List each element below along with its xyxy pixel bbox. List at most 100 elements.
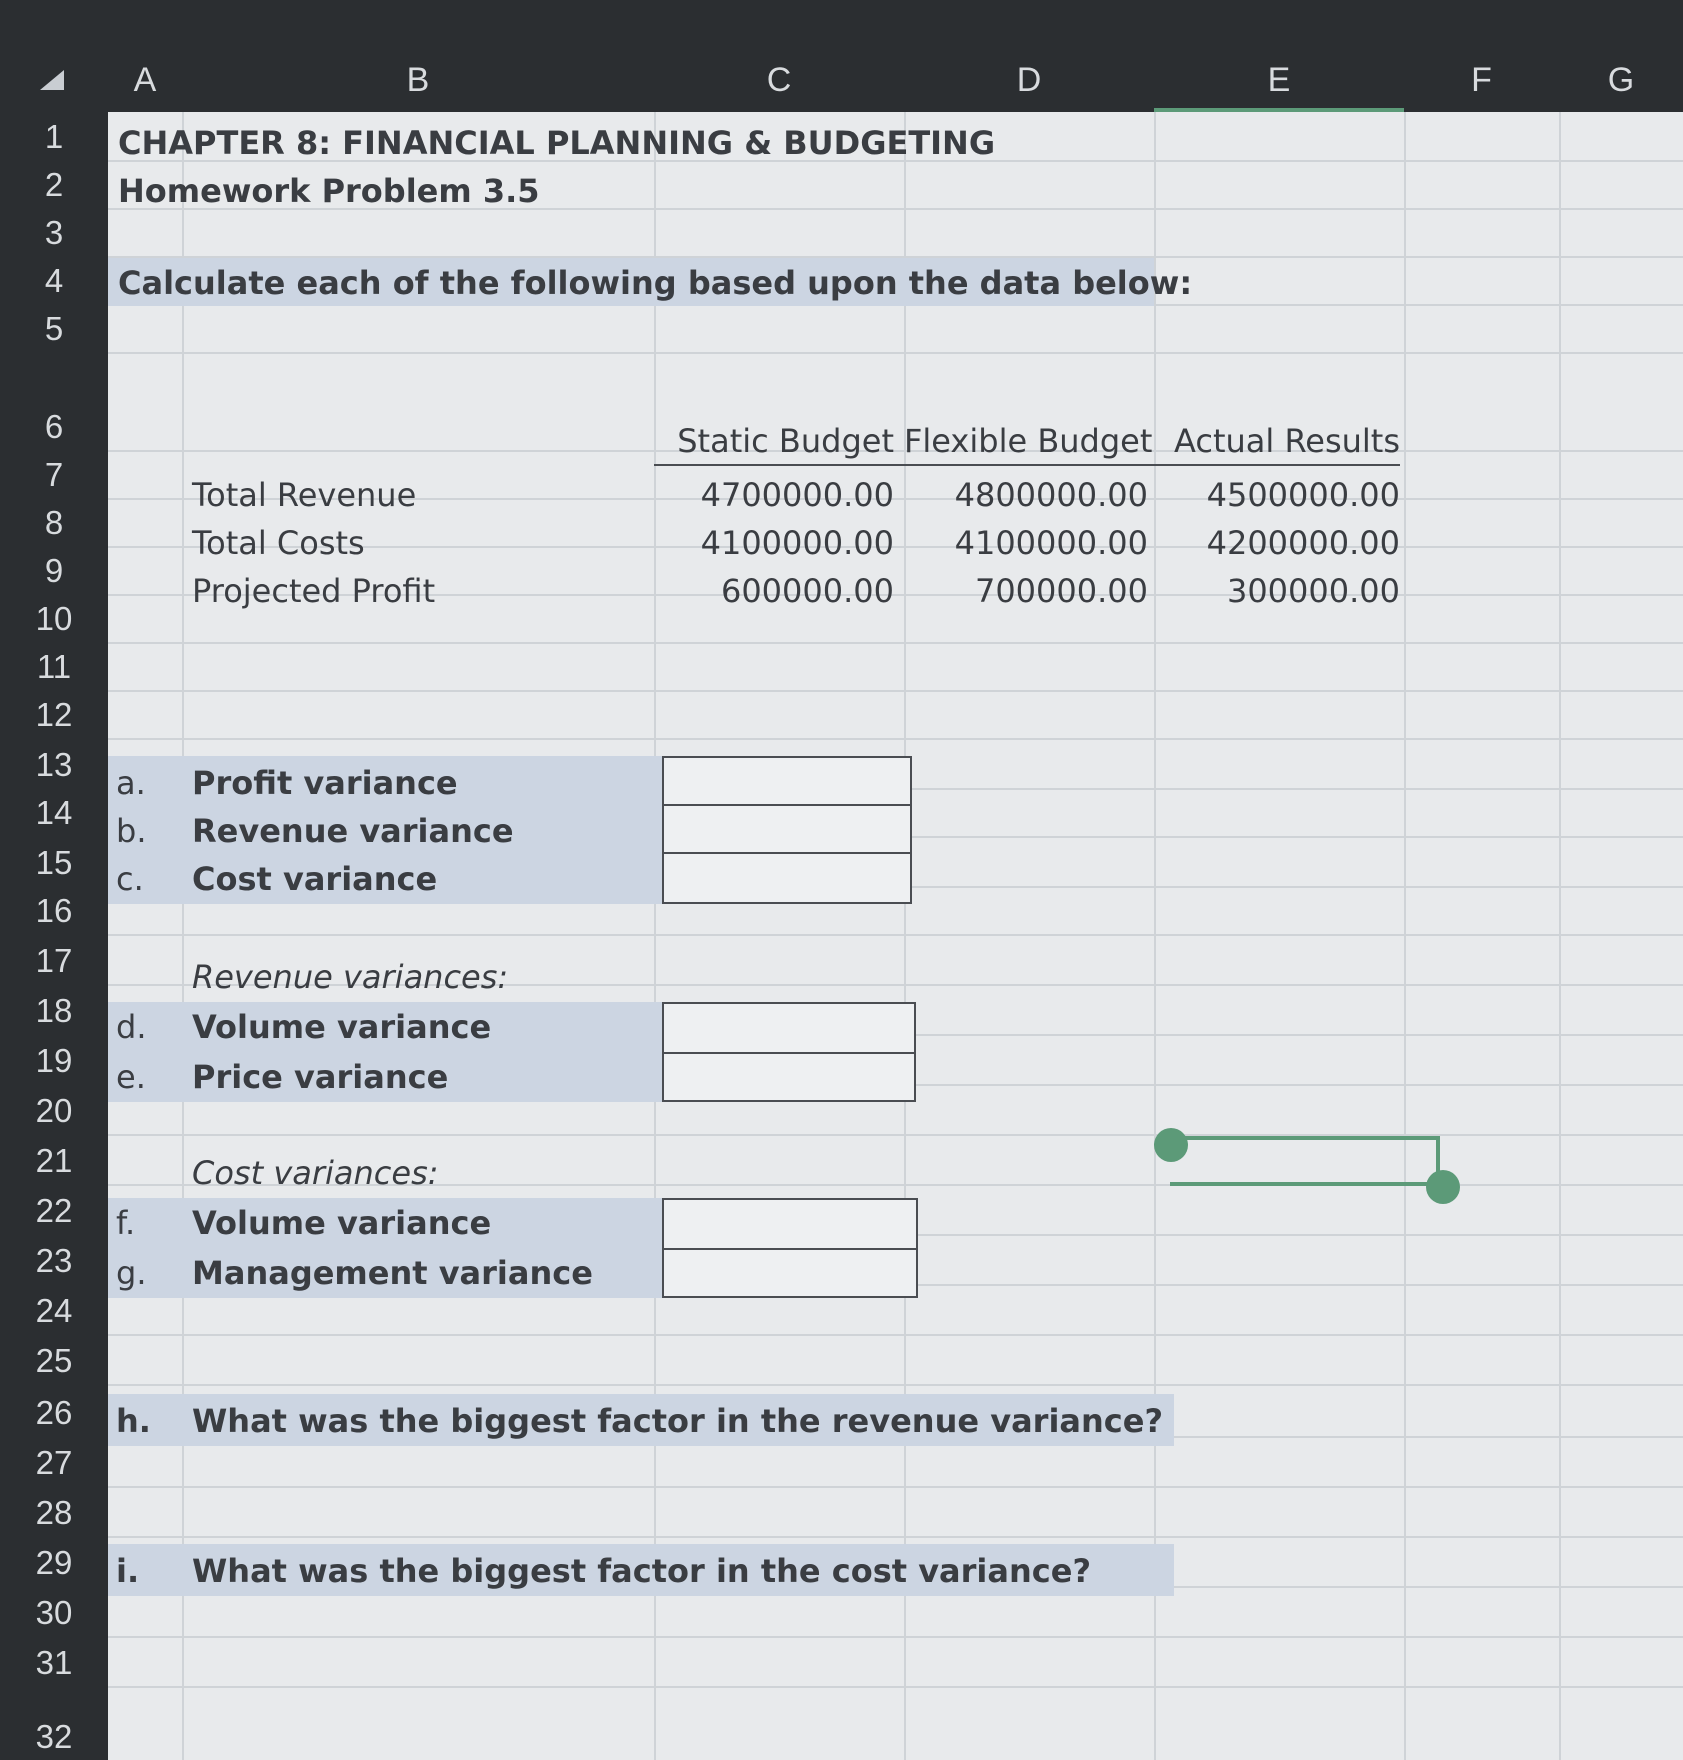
question-e-letter: e. [116,1058,146,1096]
column-header-d[interactable]: D [904,42,1154,112]
question-i-label: What was the biggest factor in the cost … [192,1552,1091,1590]
column-gridline [654,112,656,1760]
row-header-27[interactable]: 27 [0,1436,108,1486]
header-actual-results: Actual Results [1174,422,1400,460]
question-d-letter: d. [116,1008,147,1046]
row-gridline [108,1384,1683,1386]
instruction-text: Calculate each of the following based up… [118,264,1193,302]
row-header-24[interactable]: 24 [0,1284,108,1334]
row-gridline [108,1334,1683,1336]
header-flexible-budget: Flexible Budget [904,422,1153,460]
row-header-21[interactable]: 21 [0,1134,108,1184]
column-header-e[interactable]: E [1154,42,1404,112]
row-gridline [108,738,1683,740]
row-header-9[interactable]: 9 [0,546,108,594]
row-header-17[interactable]: 17 [0,934,108,984]
selection-start-handle[interactable] [1154,1128,1188,1162]
row-header-29[interactable]: 29 [0,1536,108,1586]
question-h-letter: h. [116,1402,151,1440]
page-title: CHAPTER 8: FINANCIAL PLANNING & BUDGETIN… [118,124,996,162]
select-all-triangle-icon[interactable] [40,70,64,90]
column-header-f[interactable]: F [1404,42,1559,112]
question-f-letter: f. [116,1204,136,1242]
answer-revenue-volume-variance[interactable] [662,1002,916,1054]
row-header-30[interactable]: 30 [0,1586,108,1636]
column-gridline [1154,112,1156,1760]
column-header-a[interactable]: A [108,42,182,112]
column-gridline [182,112,184,1760]
cell-actual-revenue[interactable]: 4500000.00 [1154,476,1400,514]
cell-static-revenue[interactable]: 4700000.00 [654,476,894,514]
row-header-26[interactable]: 26 [0,1384,108,1436]
row-label-projected-profit: Projected Profit [192,572,436,610]
row-header-14[interactable]: 14 [0,788,108,836]
row-label-total-revenue: Total Revenue [192,476,417,514]
header-static-budget: Static Budget [677,422,894,460]
header-underline [654,464,1400,466]
row-header-22[interactable]: 22 [0,1184,108,1234]
column-gridline [904,112,906,1760]
question-a-label: Profit variance [192,764,458,802]
row-header-10[interactable]: 10 [0,594,108,642]
column-gridline [1559,112,1561,1760]
row-header-25[interactable]: 25 [0,1334,108,1384]
row-label-total-costs: Total Costs [192,524,365,562]
question-c-letter: c. [116,860,144,898]
row-header-7[interactable]: 7 [0,450,108,498]
question-i-letter: i. [116,1552,140,1590]
spreadsheet: A B C D E F G 1 2 3 4 5 6 7 8 9 10 11 12 13 14 15 16 17 1… [0,0,1683,1760]
row-header-8[interactable]: 8 [0,498,108,546]
row-header-19[interactable]: 19 [0,1034,108,1084]
cell-flexible-profit[interactable]: 700000.00 [904,572,1148,610]
question-g-letter: g. [116,1254,147,1292]
row-gridline [108,934,1683,936]
row-header-5[interactable]: 5 [0,304,108,352]
column-gridline [1404,112,1406,1760]
cell-actual-costs[interactable]: 4200000.00 [1154,524,1400,562]
cell-static-profit[interactable]: 600000.00 [654,572,894,610]
cell-static-costs[interactable]: 4100000.00 [654,524,894,562]
row-gridline [108,1134,1683,1136]
row-header-6[interactable]: 6 [0,352,108,450]
column-header-b[interactable]: B [182,42,654,112]
question-g-label: Management variance [192,1254,593,1292]
row-gridline [108,690,1683,692]
answer-cost-variance[interactable] [662,852,912,904]
row-gridline [108,1636,1683,1638]
cell-flexible-revenue[interactable]: 4800000.00 [904,476,1148,514]
row-header-11[interactable]: 11 [0,642,108,690]
row-header-1[interactable]: 1 [0,112,108,160]
cell-flexible-costs[interactable]: 4100000.00 [904,524,1148,562]
row-header-20[interactable]: 20 [0,1084,108,1134]
selection-end-handle[interactable] [1426,1170,1460,1204]
row-header-18[interactable]: 18 [0,984,108,1034]
page-subtitle: Homework Problem 3.5 [118,172,540,210]
row-header-28[interactable]: 28 [0,1486,108,1536]
row-header-3[interactable]: 3 [0,208,108,256]
row-gridline [108,1486,1683,1488]
answer-price-variance[interactable] [662,1052,916,1102]
cell-actual-profit[interactable]: 300000.00 [1154,572,1400,610]
question-c-label: Cost variance [192,860,438,898]
row-header-4[interactable]: 4 [0,256,108,304]
row-header-15[interactable]: 15 [0,836,108,886]
row-header-16[interactable]: 16 [0,886,108,934]
row-header-12[interactable]: 12 [0,690,108,738]
answer-management-variance[interactable] [662,1248,918,1298]
answer-profit-variance[interactable] [662,756,912,806]
answer-cost-volume-variance[interactable] [662,1198,918,1250]
column-header-c[interactable]: C [654,42,904,112]
row-header-23[interactable]: 23 [0,1234,108,1284]
row-header-32[interactable]: 32 [0,1686,108,1760]
cell-selection-range[interactable] [1170,1136,1440,1186]
row-header-13[interactable]: 13 [0,738,108,788]
row-header-31[interactable]: 31 [0,1636,108,1686]
row-gridline [108,450,1683,452]
question-h-label: What was the biggest factor in the reven… [192,1402,1164,1440]
question-e-label: Price variance [192,1058,449,1096]
column-header-g[interactable]: G [1559,42,1683,112]
row-header-2[interactable]: 2 [0,160,108,208]
row-gridline [108,1686,1683,1688]
answer-revenue-variance[interactable] [662,804,912,854]
cell-grid[interactable]: CHAPTER 8: FINANCIAL PLANNING & BUDGETIN… [108,112,1683,1760]
